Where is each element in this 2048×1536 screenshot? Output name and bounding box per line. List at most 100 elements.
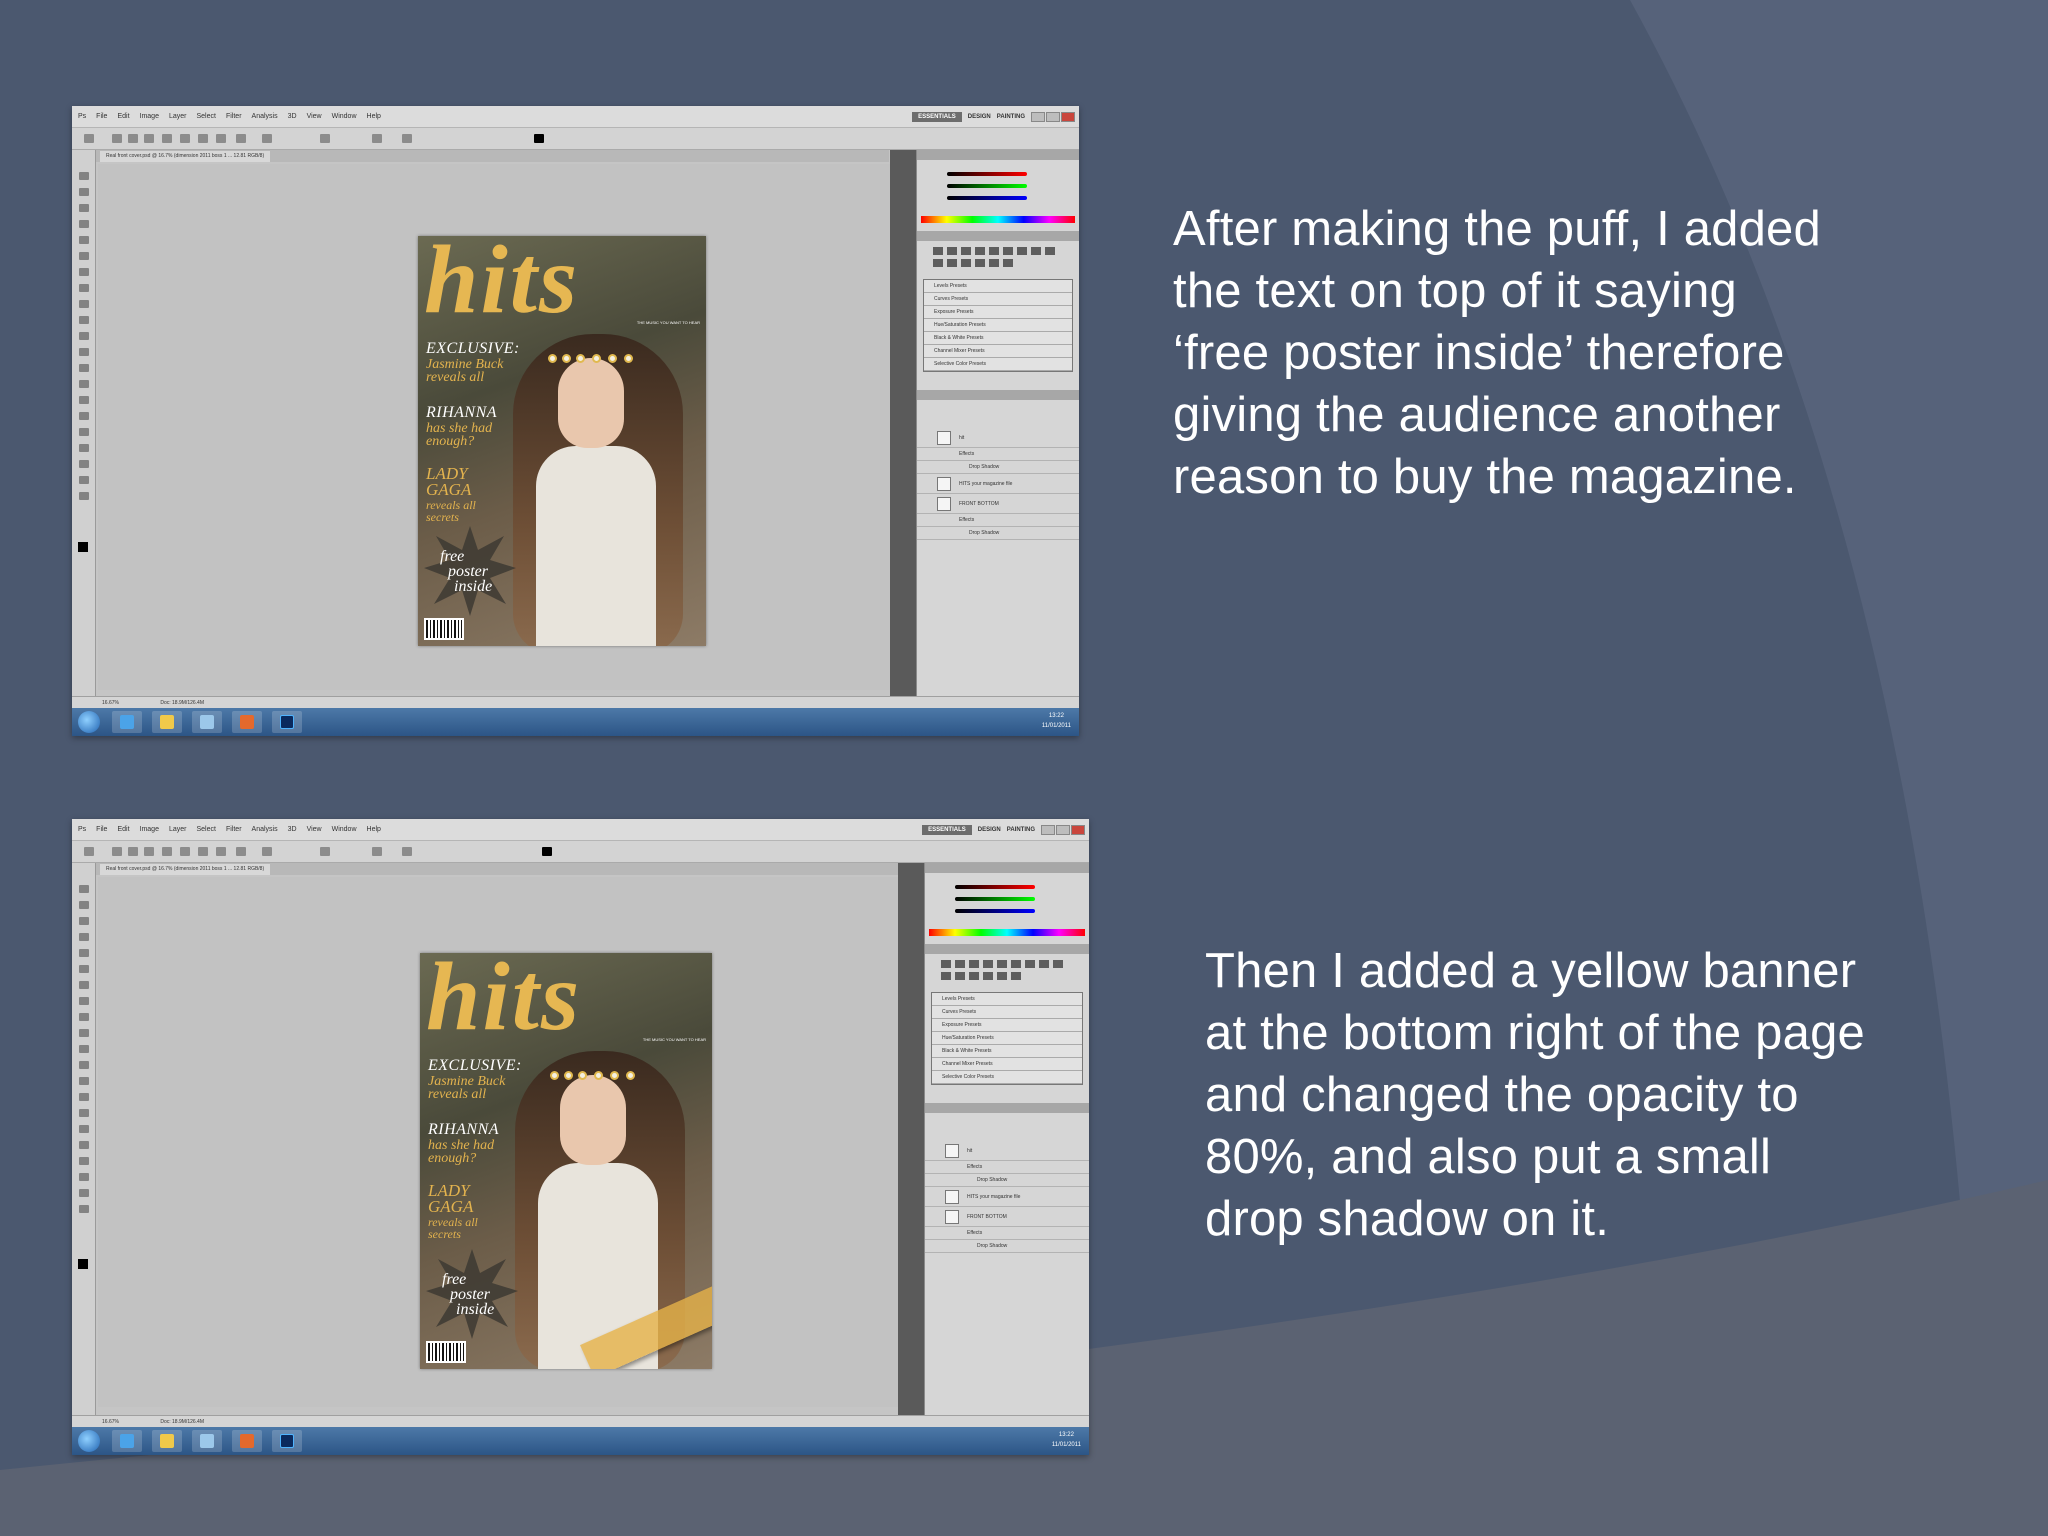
hand-tool-icon[interactable] — [79, 1189, 89, 1197]
menu-item[interactable]: Select — [197, 826, 216, 833]
preset-item[interactable]: Curves Presets — [932, 1006, 1082, 1019]
layer-row[interactable]: HITS your magazine file — [917, 474, 1079, 494]
preset-item[interactable]: Black & White Presets — [932, 1045, 1082, 1058]
eyedropper-tool-icon[interactable] — [79, 252, 89, 260]
taskbar-explorer[interactable] — [152, 1430, 182, 1452]
preset-item[interactable]: Selective Color Presets — [932, 1071, 1082, 1084]
minimize-button[interactable] — [1041, 824, 1055, 835]
preset-item[interactable]: Hue/Saturation Presets — [932, 1032, 1082, 1045]
zoom-tool-icon[interactable] — [79, 1205, 89, 1213]
layer-row[interactable]: FRONT BOTTOM — [917, 494, 1079, 514]
dodge-tool-icon[interactable] — [79, 380, 89, 388]
dodge-tool-icon[interactable] — [79, 1093, 89, 1101]
eyedropper-tool-icon[interactable] — [79, 965, 89, 973]
marquee-tool-icon[interactable] — [79, 901, 89, 909]
shape-tool-icon[interactable] — [79, 444, 89, 452]
menu-item[interactable]: 3D — [288, 113, 297, 120]
selective-color-icon[interactable] — [1011, 972, 1021, 980]
document-canvas[interactable]: hits THE MUSIC YOU WANT TO HEAR EXCLUSIV… — [98, 877, 964, 1407]
start-button[interactable] — [78, 1430, 100, 1452]
color-swatch-icon[interactable] — [542, 847, 552, 856]
3d-tool-icon[interactable] — [79, 1173, 89, 1181]
taskbar-photoshop[interactable] — [272, 711, 302, 733]
document-tab[interactable]: Real front cover.psd @ 16.7% (dimension … — [100, 151, 271, 162]
type-tool-icon[interactable] — [79, 1125, 89, 1133]
menu-item[interactable]: Help — [367, 113, 381, 120]
preset-item[interactable]: Black & White Presets — [924, 332, 1072, 345]
option-icon[interactable] — [162, 847, 172, 856]
menu-item[interactable]: Analysis — [252, 113, 278, 120]
pen-tool-icon[interactable] — [79, 396, 89, 404]
document-tab[interactable]: Real front cover.psd @ 16.7% (dimension … — [100, 864, 271, 875]
preset-item[interactable]: Exposure Presets — [924, 306, 1072, 319]
menu-item[interactable]: View — [307, 113, 322, 120]
menu-item[interactable]: View — [307, 826, 322, 833]
option-icon[interactable] — [128, 847, 138, 856]
path-select-icon[interactable] — [79, 1141, 89, 1149]
option-icon[interactable] — [262, 847, 272, 856]
color-balance-icon[interactable] — [1017, 247, 1027, 255]
eraser-tool-icon[interactable] — [79, 332, 89, 340]
quick-select-tool-icon[interactable] — [79, 933, 89, 941]
bw-icon[interactable] — [1039, 960, 1049, 968]
adjustments-panel-tabs[interactable] — [917, 231, 1079, 241]
option-icon[interactable] — [372, 847, 382, 856]
taskbar-media[interactable] — [192, 711, 222, 733]
path-select-icon[interactable] — [79, 428, 89, 436]
menu-item[interactable]: Filter — [226, 113, 242, 120]
history-brush-icon[interactable] — [79, 1029, 89, 1037]
workspace-design[interactable]: DESIGN — [968, 114, 991, 120]
option-icon[interactable] — [162, 134, 172, 143]
blur-tool-icon[interactable] — [79, 364, 89, 372]
layer-effects-row[interactable]: Effects — [925, 1227, 1089, 1240]
brush-tool-icon[interactable] — [79, 284, 89, 292]
brightness-icon[interactable] — [941, 960, 951, 968]
gradient-tool-icon[interactable] — [79, 348, 89, 356]
close-button[interactable] — [1071, 824, 1085, 835]
option-icon[interactable] — [320, 134, 330, 143]
taskbar-media[interactable] — [192, 1430, 222, 1452]
option-icon[interactable] — [320, 847, 330, 856]
levels-icon[interactable] — [947, 247, 957, 255]
option-icon[interactable] — [144, 847, 154, 856]
menu-item[interactable]: File — [96, 113, 107, 120]
channel-mixer-icon[interactable] — [941, 972, 951, 980]
option-icon[interactable] — [216, 134, 226, 143]
bw-icon[interactable] — [1031, 247, 1041, 255]
preset-item[interactable]: Hue/Saturation Presets — [924, 319, 1072, 332]
stamp-tool-icon[interactable] — [79, 300, 89, 308]
crop-tool-icon[interactable] — [79, 236, 89, 244]
foreground-color-icon[interactable] — [78, 1259, 88, 1269]
blue-slider[interactable] — [955, 909, 1035, 913]
red-slider[interactable] — [955, 885, 1035, 889]
move-tool-icon[interactable] — [79, 172, 89, 180]
document-canvas[interactable]: hits THE MUSIC YOU WANT TO HEAR EXCLUSIV… — [98, 164, 956, 690]
exposure-icon[interactable] — [983, 960, 993, 968]
photo-filter-icon[interactable] — [1045, 247, 1055, 255]
workspace-painting[interactable]: PAINTING — [1007, 827, 1035, 833]
layer-effect-row[interactable]: Drop Shadow — [925, 1174, 1089, 1187]
hue-icon[interactable] — [1003, 247, 1013, 255]
layer-effects-row[interactable]: Effects — [917, 448, 1079, 461]
zoom-level[interactable]: 16.67% — [102, 1419, 119, 1425]
blur-tool-icon[interactable] — [79, 1077, 89, 1085]
option-icon[interactable] — [112, 847, 122, 856]
gradient-map-icon[interactable] — [989, 259, 999, 267]
layer-effect-row[interactable]: Drop Shadow — [917, 527, 1079, 540]
maximize-button[interactable] — [1056, 824, 1070, 835]
taskbar-ie[interactable] — [112, 711, 142, 733]
tool-preset-icon[interactable] — [84, 134, 94, 143]
invert-icon[interactable] — [947, 259, 957, 267]
history-brush-icon[interactable] — [79, 316, 89, 324]
lasso-tool-icon[interactable] — [79, 917, 89, 925]
brush-tool-icon[interactable] — [79, 997, 89, 1005]
menu-item[interactable]: Ps — [78, 826, 86, 833]
option-icon[interactable] — [372, 134, 382, 143]
option-icon[interactable] — [180, 847, 190, 856]
menu-item[interactable]: Ps — [78, 113, 86, 120]
menu-item[interactable]: Select — [197, 113, 216, 120]
taskbar-clock[interactable]: 13:22 11/01/2011 — [1042, 711, 1071, 731]
close-button[interactable] — [1061, 111, 1075, 122]
foreground-color-icon[interactable] — [78, 542, 88, 552]
taskbar-clock[interactable]: 13:22 11/01/2011 — [1052, 1430, 1081, 1450]
